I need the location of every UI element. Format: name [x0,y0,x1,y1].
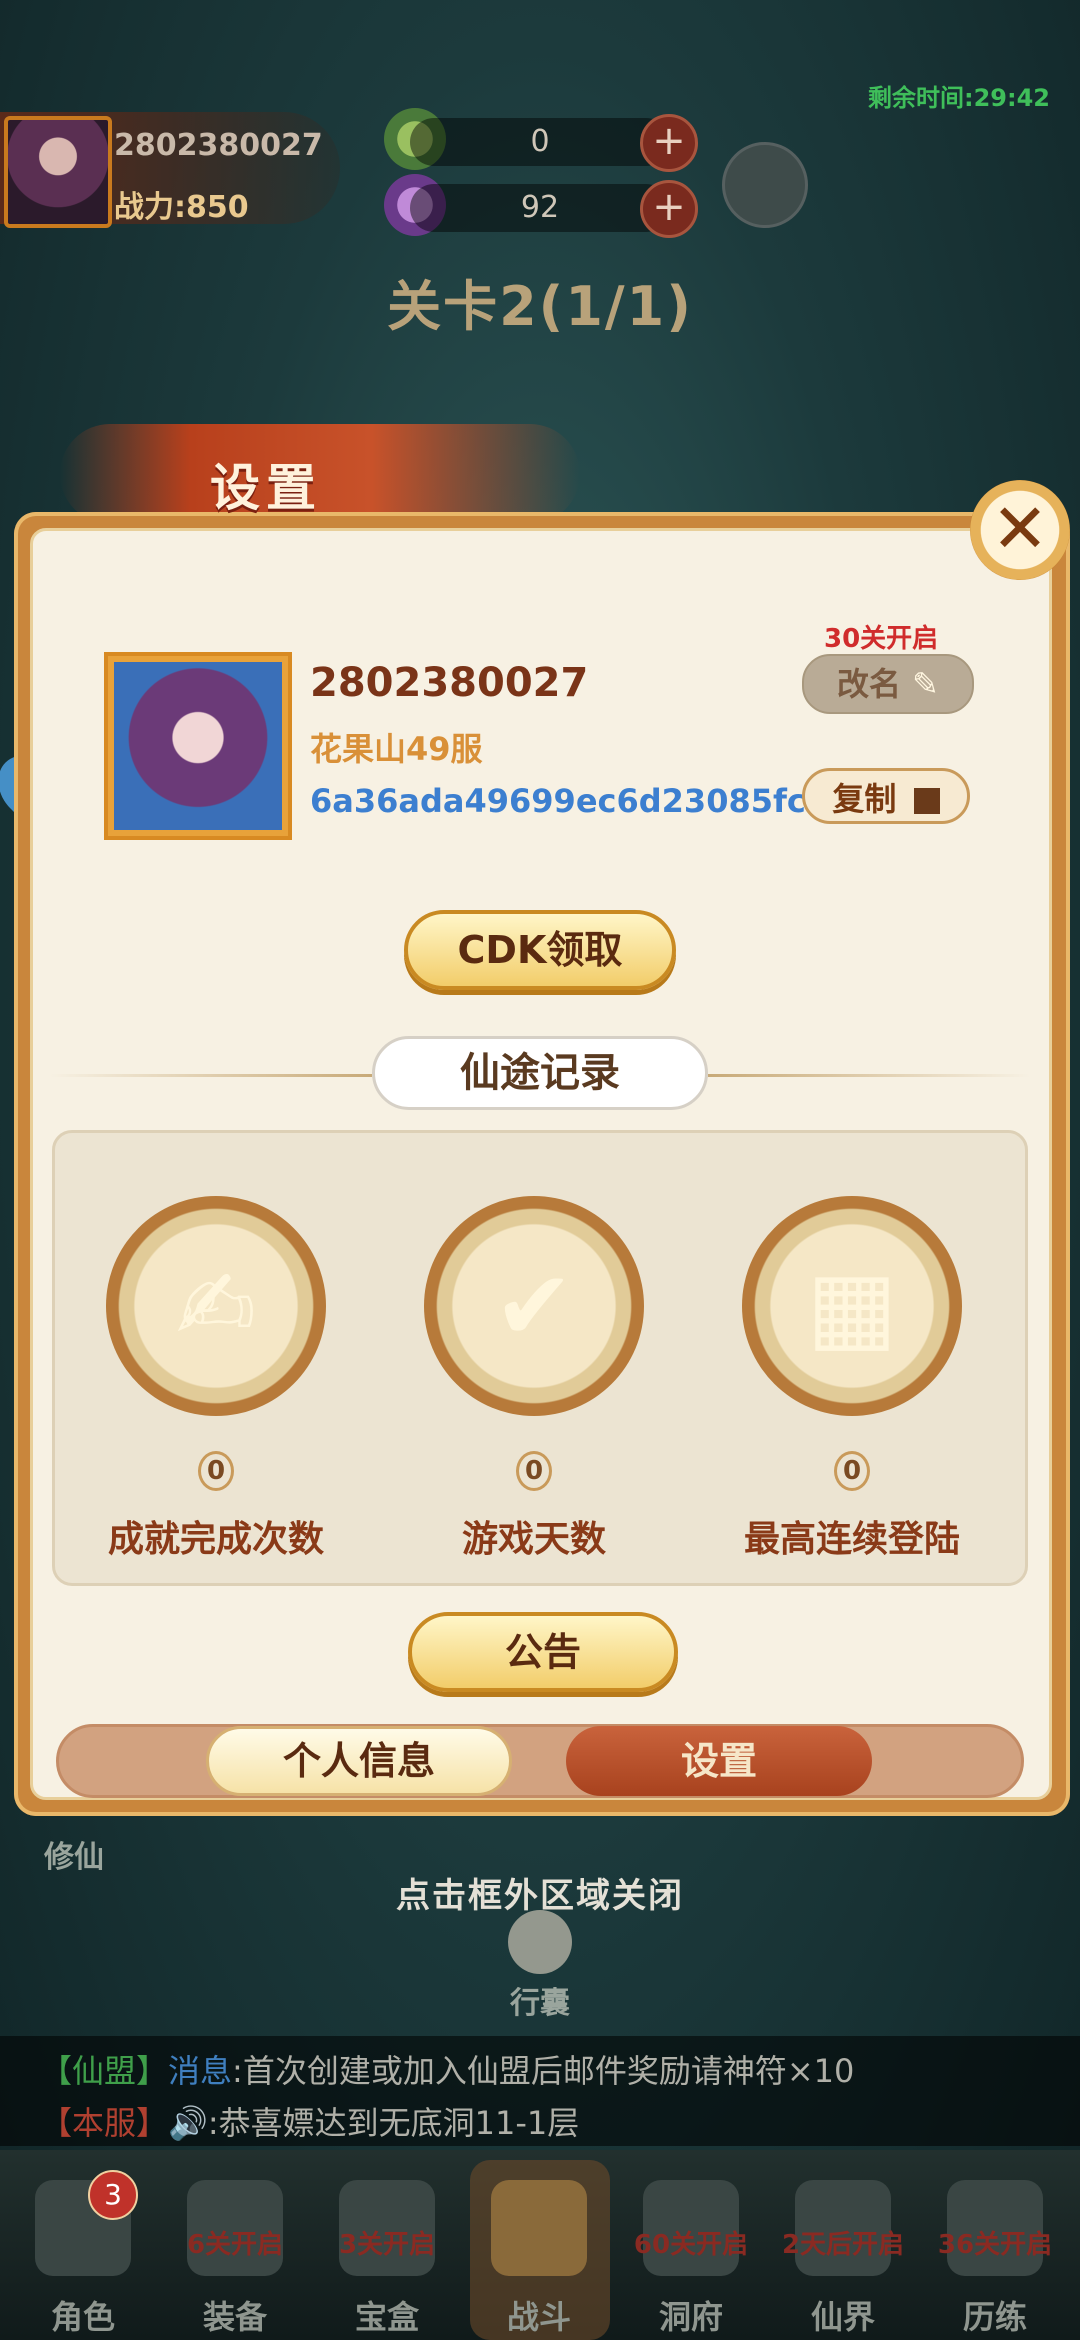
stat-value-login: 0 [702,1448,1002,1491]
notice-button[interactable]: 公告 [408,1612,678,1692]
chat-tag-server: 【本服】 [40,2104,169,2142]
nav-treasure-box[interactable]: 3关开启 宝盒 [312,2170,462,2340]
nav-label: 历练 [962,2298,1027,2336]
chat-type: 消息 [168,2052,233,2090]
resource-2-add-button[interactable]: + [640,180,698,238]
bag-label[interactable]: 行囊 [510,1978,570,2022]
rename-unlock-hint: 30关开启 [824,624,939,654]
copy-label: 复制 [832,780,897,818]
stat-medal-achievements: ✍ [106,1196,326,1416]
stage-title: 关卡2(1/1) [387,275,693,338]
nav-battle[interactable]: 战斗 [464,2170,614,2340]
cdk-claim-button[interactable]: CDK领取 [404,910,676,990]
lock-hint: 2天后开启 [781,2230,905,2260]
chat-tag-alliance: 【仙盟】 [40,2052,169,2090]
stat-label-days: 游戏天数 [461,1519,606,1560]
hud-player-id: 2802380027 [114,128,323,163]
chat-text-1: :首次创建或加入仙盟后邮件奖励请神符×10 [232,2052,855,2090]
stat-label-login: 最高连续登陆 [743,1519,960,1560]
section-divider-left [50,1074,372,1077]
nav-label: 战斗 [506,2298,571,2336]
stat-value-days: 0 [384,1448,684,1491]
nav-label: 宝盒 [354,2298,419,2336]
nav-label: 洞府 [658,2298,723,2336]
copy-button[interactable]: 复制 [802,768,970,824]
stat-medal-days: ✔ [424,1196,644,1416]
chat-line-alliance[interactable]: 【仙盟】消息:首次创建或加入仙盟后邮件奖励请神符×10 [40,2046,854,2092]
tab-personal-info[interactable]: 个人信息 [206,1726,512,1796]
stat-medal-login: ▦ [742,1196,962,1416]
tab-settings[interactable]: 设置 [566,1726,872,1796]
profile-hash: 6a36ada49699ec6d23085fc5 [310,782,829,820]
lock-hint: 6关开启 [186,2230,284,2260]
stat-label-achievements: 成就完成次数 [107,1519,324,1560]
profile-player-id: 2802380027 [310,660,589,706]
nav-label: 仙界 [810,2298,875,2336]
resource-1-add-button[interactable]: + [640,114,698,172]
section-title: 仙途记录 [372,1036,708,1110]
notification-badge: 3 [88,2170,138,2220]
avatar-portrait [114,662,282,830]
lock-hint: 60关开启 [633,2230,749,2260]
nav-immortal-realm[interactable]: 2天后开启 仙界 [768,2170,918,2340]
rename-button[interactable]: 改名 ✎ [802,654,974,714]
dialog-title: 设置 [210,459,322,517]
copy-icon [913,788,940,814]
chat-line-server[interactable]: 【本服】🔊:恭喜嫖达到无底洞11-1层 [40,2098,579,2144]
nav-label: 角色 [50,2298,115,2336]
resource-2-value: 92 [410,184,670,232]
crossed-swords-icon [491,2180,587,2276]
close-icon[interactable]: ✕ [970,480,1070,580]
brush-icon: ✎ [912,665,939,703]
bag-icon[interactable] [508,1910,572,1974]
profile-avatar[interactable] [104,652,292,840]
resource-1-value: 0 [410,118,670,166]
lock-hint: 36关开启 [937,2230,1053,2260]
nav-training[interactable]: 36关开启 历练 [920,2170,1070,2340]
remaining-time: 剩余时间:29:42 [868,84,1050,112]
scroll-brush-icon: ✍ [175,1250,257,1362]
lock-hint: 3关开启 [338,2230,436,2260]
nav-equipment[interactable]: 6关开启 装备 [160,2170,310,2340]
nav-cave[interactable]: 60关开启 洞府 [616,2170,766,2340]
notepad-check-icon: ✔ [493,1250,575,1362]
ranking-icon[interactable] [722,142,808,228]
chat-text-2: 🔊:恭喜嫖达到无底洞11-1层 [168,2104,580,2142]
stat-value-achievements: 0 [66,1448,366,1491]
nav-label: 装备 [202,2298,267,2336]
rename-label: 改名 [837,665,902,703]
hud-avatar[interactable] [4,116,112,228]
section-divider-right [708,1074,1030,1077]
hud-power: 战力:850 [114,190,249,225]
nav-character[interactable]: 3 角色 [8,2170,158,2340]
profile-server: 花果山49服 [310,730,483,768]
dialog-tab-bar [56,1724,1024,1798]
calendar-brush-icon: ▦ [806,1250,898,1362]
